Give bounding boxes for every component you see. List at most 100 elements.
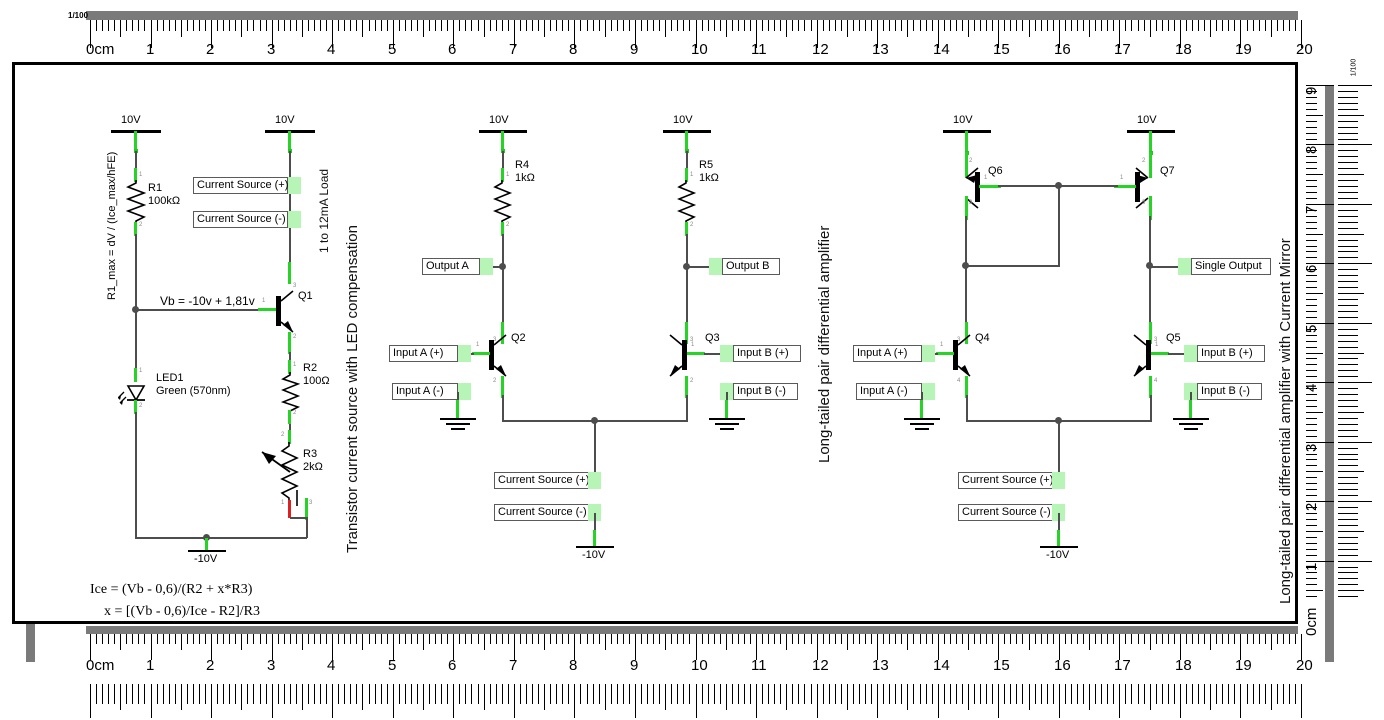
ruler-tick [744,20,745,31]
r3-value: 2kΩ [303,461,323,473]
ruler-tick [1338,323,1372,324]
ruler-tick [659,684,660,704]
ruler-tick [1338,115,1364,116]
ruler-tick [1156,634,1157,644]
pin-number: 1 [691,342,695,348]
ruler-tick [968,20,969,37]
flag-input-a-positive-c3[interactable]: Input A (+) [853,345,922,362]
flag-label: Input B (-) [737,385,786,397]
flag-output-b[interactable]: Output B [722,258,780,275]
pin-number: 4 [1154,378,1158,384]
ruler-tick [593,634,594,644]
ruler-tick [1306,246,1317,247]
ruler-tick [478,20,479,31]
ruler-tick [841,634,842,644]
ruler-tick [393,684,394,718]
ruler-tick [1306,436,1317,437]
pin-number: 3 [1142,200,1146,206]
ruler-tick [1204,634,1205,644]
ruler-tick [1004,634,1005,644]
ruler-tick [435,20,436,31]
component-label-r2: R2 100Ω [303,362,330,388]
ruler-tick [1168,20,1169,31]
ruler-tick [375,20,376,31]
ruler-tick [1162,20,1163,31]
flag-input-b-positive[interactable]: Input B (+) [733,345,801,362]
ruler-tick [689,684,690,704]
ruler-tick [1277,684,1278,704]
ruler-bottom[interactable]: 0cm 1 2 3 4 5 6 7 8 9 10 11 12 13 14 15 16 17 18 19 20 [0,624,1384,720]
ruler-tick [205,20,206,31]
pin-gnd-c3 [1057,530,1060,546]
ruler-tick [1338,489,1358,490]
component-label-led1: LED1 Green (570nm) [156,372,231,398]
ruler-tick [538,684,539,704]
ruler-tick [1338,228,1358,229]
flag-current-source-negative-c2[interactable]: Current Source (-) [494,504,589,521]
ruler-top[interactable]: 0cm 1 2 3 4 5 6 7 8 9 10 11 12 13 14 15 16 17 18 19 20 [0,0,1384,62]
flag-input-a-negative[interactable]: Input A (-) [392,383,458,400]
ruler-tick [1338,133,1358,134]
ruler-label: 6 [448,657,457,674]
flag-input-b-negative-c3[interactable]: Input B (-) [1197,383,1262,400]
ruler-tick [611,20,612,31]
ruler-tick [932,684,933,704]
ruler-tick [1306,495,1317,496]
ruler-label: 8 [569,657,578,674]
ruler-tick [1144,20,1145,31]
ruler-tick [1338,251,1358,252]
flag-input-b-negative[interactable]: Input B (-) [733,383,798,400]
flag-current-source-positive[interactable]: Current Source (+) [193,177,288,194]
flag-current-source-positive-c2[interactable]: Current Source (+) [494,472,589,489]
ruler-label: 5 [388,657,397,674]
ruler-label: 18 [1175,657,1192,674]
ruler-tick [798,634,799,644]
ruler-tick [907,684,908,710]
ruler-tick [471,634,472,644]
ruler-tick [780,684,781,704]
ruler-tick [532,684,533,704]
flag-current-source-negative[interactable]: Current Source (-) [193,211,288,228]
ruler-label: 5 [1303,324,1320,333]
ruler-tick [326,684,327,704]
ruler-label: 15 [993,657,1010,674]
pin-number: 1 [690,172,694,178]
flag-current-source-positive-c3[interactable]: Current Source (+) [958,472,1053,489]
pin-number: 2 [139,403,143,409]
ruler-tick [974,684,975,704]
ruler-tick [647,634,648,644]
flag-input-a-negative-c3[interactable]: Input A (-) [856,383,922,400]
flag-single-output[interactable]: Single Output [1191,258,1271,275]
flag-current-source-negative-c3[interactable]: Current Source (-) [958,504,1053,521]
ruler-tick [920,684,921,704]
pin-number: 1 [293,362,297,368]
ruler-label: 12 [812,41,829,58]
ruler-tick [1338,561,1372,562]
ruler-tick [272,684,273,718]
flag-input-b-positive-c3[interactable]: Input B (+) [1197,345,1265,362]
ruler-tick [223,634,224,644]
ruler-right[interactable]: 9 8 7 6 5 4 3 2 1 0cm 1/100 [1298,59,1372,662]
ruler-tick [1047,684,1048,704]
flag-input-a-positive[interactable]: Input A (+) [389,345,458,362]
pin-number: 1 [281,500,285,506]
ruler-tick [629,20,630,31]
ruler-tick [496,684,497,704]
ruler-tick [102,20,103,31]
schematic-canvas: 0cm 1 2 3 4 5 6 7 8 9 10 11 12 13 14 15 16 17 18 19 20 1/100… [0,0,1384,720]
ruler-tick [484,634,485,650]
ruler-tick [1228,634,1229,644]
ruler-tick [980,684,981,704]
ruler-tick [278,634,279,644]
flag-output-a[interactable]: Output A [422,258,480,275]
ruler-tick [138,20,139,31]
ruler-tick [502,20,503,31]
ruler-label: 2 [206,657,215,674]
ground-bar [446,423,470,425]
ruler-tick [1338,400,1358,401]
ruler-tick [217,684,218,704]
ruler-tick [726,684,727,710]
ruler-label: 1 [146,657,155,674]
ruler-tick [332,684,333,718]
component-label-q3: Q3 [705,332,720,344]
